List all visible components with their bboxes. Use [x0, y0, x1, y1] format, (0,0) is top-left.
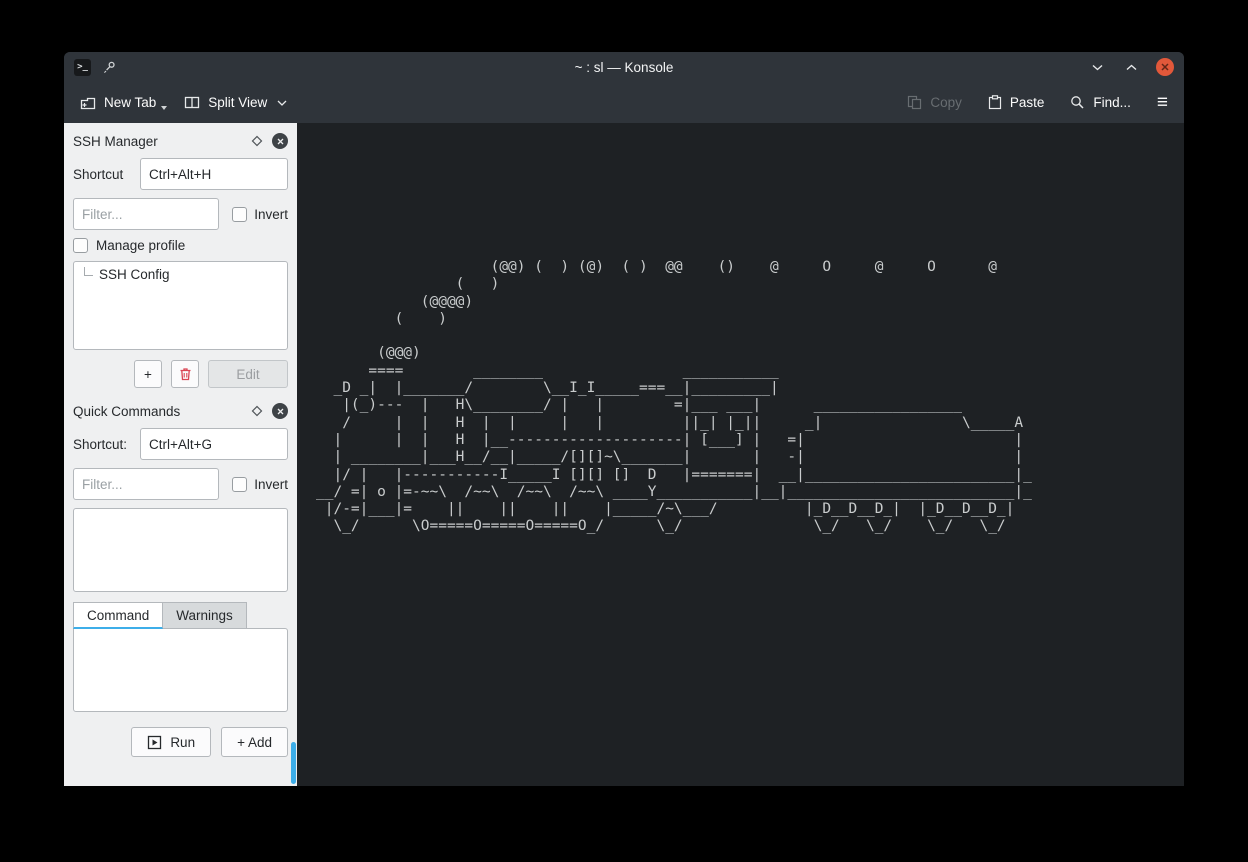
paste-label: Paste — [1010, 95, 1045, 110]
terminal-area[interactable]: (@@) ( ) (@) ( ) @@ () @ O @ O @ ( ) (@@… — [297, 123, 1184, 786]
qc-invert-label: Invert — [254, 477, 288, 492]
find-button[interactable]: Find... — [1070, 95, 1131, 110]
ssh-filter-input[interactable] — [73, 198, 219, 230]
list-item[interactable]: SSH Config — [80, 267, 281, 282]
paste-icon — [988, 95, 1002, 110]
quick-commands-header[interactable]: Quick Commands — [73, 403, 288, 419]
hamburger-menu-icon[interactable]: ≡ — [1157, 92, 1168, 114]
run-button[interactable]: Run — [131, 727, 211, 757]
edit-ssh-button[interactable]: Edit — [208, 360, 288, 388]
new-tab-menu-caret-icon[interactable] — [161, 106, 167, 110]
shortcut-label: Shortcut: — [73, 437, 127, 452]
delete-ssh-button[interactable] — [171, 360, 199, 388]
qc-shortcut-input[interactable] — [140, 428, 288, 460]
tab-warnings[interactable]: Warnings — [163, 602, 247, 629]
chevron-down-icon[interactable] — [277, 100, 287, 106]
copy-button[interactable]: Copy — [907, 95, 962, 110]
close-button[interactable] — [1156, 58, 1174, 76]
tree-branch-icon — [84, 267, 93, 276]
new-tab-icon — [80, 96, 96, 110]
konsole-window: >_ ~ : sl — Konsole — [64, 52, 1184, 786]
ssh-invert-checkbox[interactable] — [232, 207, 247, 222]
sidebar-scrollbar-thumb[interactable] — [291, 742, 296, 784]
ssh-shortcut-input[interactable] — [140, 158, 288, 190]
split-view-icon — [184, 96, 200, 109]
ssh-manager-header[interactable]: SSH Manager — [73, 133, 288, 149]
paste-button[interactable]: Paste — [988, 95, 1045, 110]
maximize-button[interactable] — [1122, 58, 1140, 76]
run-icon — [147, 735, 162, 750]
toolbar: New Tab Split View — [64, 82, 1184, 123]
search-icon — [1070, 95, 1085, 110]
pin-icon[interactable] — [103, 61, 116, 74]
add-command-button[interactable]: + Add — [221, 727, 288, 757]
new-tab-label: New Tab — [104, 95, 156, 110]
ssh-invert-label: Invert — [254, 207, 288, 222]
copy-icon — [907, 95, 922, 110]
titlebar[interactable]: >_ ~ : sl — Konsole — [64, 52, 1184, 82]
quick-commands-title: Quick Commands — [73, 404, 180, 419]
new-tab-button[interactable]: New Tab — [80, 95, 156, 110]
tree-item-label: SSH Config — [99, 267, 170, 282]
shade-button[interactable] — [1088, 58, 1106, 76]
close-panel-icon[interactable] — [272, 133, 288, 149]
float-panel-icon[interactable] — [250, 134, 264, 148]
find-label: Find... — [1093, 95, 1131, 110]
split-view-button[interactable]: Split View — [184, 95, 287, 110]
qc-invert-checkbox[interactable] — [232, 477, 247, 492]
ssh-config-list[interactable]: SSH Config — [73, 261, 288, 350]
terminal-output-sl-train: (@@) ( ) (@) ( ) @@ () @ O @ O @ ( ) (@@… — [297, 123, 1184, 536]
manage-profile-checkbox[interactable] — [73, 238, 88, 253]
float-panel-icon[interactable] — [250, 404, 264, 418]
ssh-manager-title: SSH Manager — [73, 134, 158, 149]
qc-tab-bar: Command Warnings — [73, 602, 288, 629]
close-panel-icon[interactable] — [272, 403, 288, 419]
shortcut-label: Shortcut — [73, 167, 123, 182]
trash-icon — [179, 367, 192, 381]
window-title: ~ : sl — Konsole — [64, 60, 1184, 75]
manage-profile-label: Manage profile — [96, 238, 185, 253]
desktop: >_ ~ : sl — Konsole — [0, 0, 1248, 862]
quick-commands-list[interactable] — [73, 508, 288, 592]
copy-label: Copy — [930, 95, 962, 110]
add-ssh-button[interactable]: + — [134, 360, 162, 388]
run-label: Run — [170, 735, 195, 750]
konsole-app-icon: >_ — [74, 59, 91, 76]
tab-command[interactable]: Command — [73, 602, 163, 629]
command-textarea[interactable] — [73, 628, 288, 712]
split-view-label: Split View — [208, 95, 267, 110]
qc-filter-input[interactable] — [73, 468, 219, 500]
sidebar: SSH Manager Shortcut — [64, 123, 297, 786]
